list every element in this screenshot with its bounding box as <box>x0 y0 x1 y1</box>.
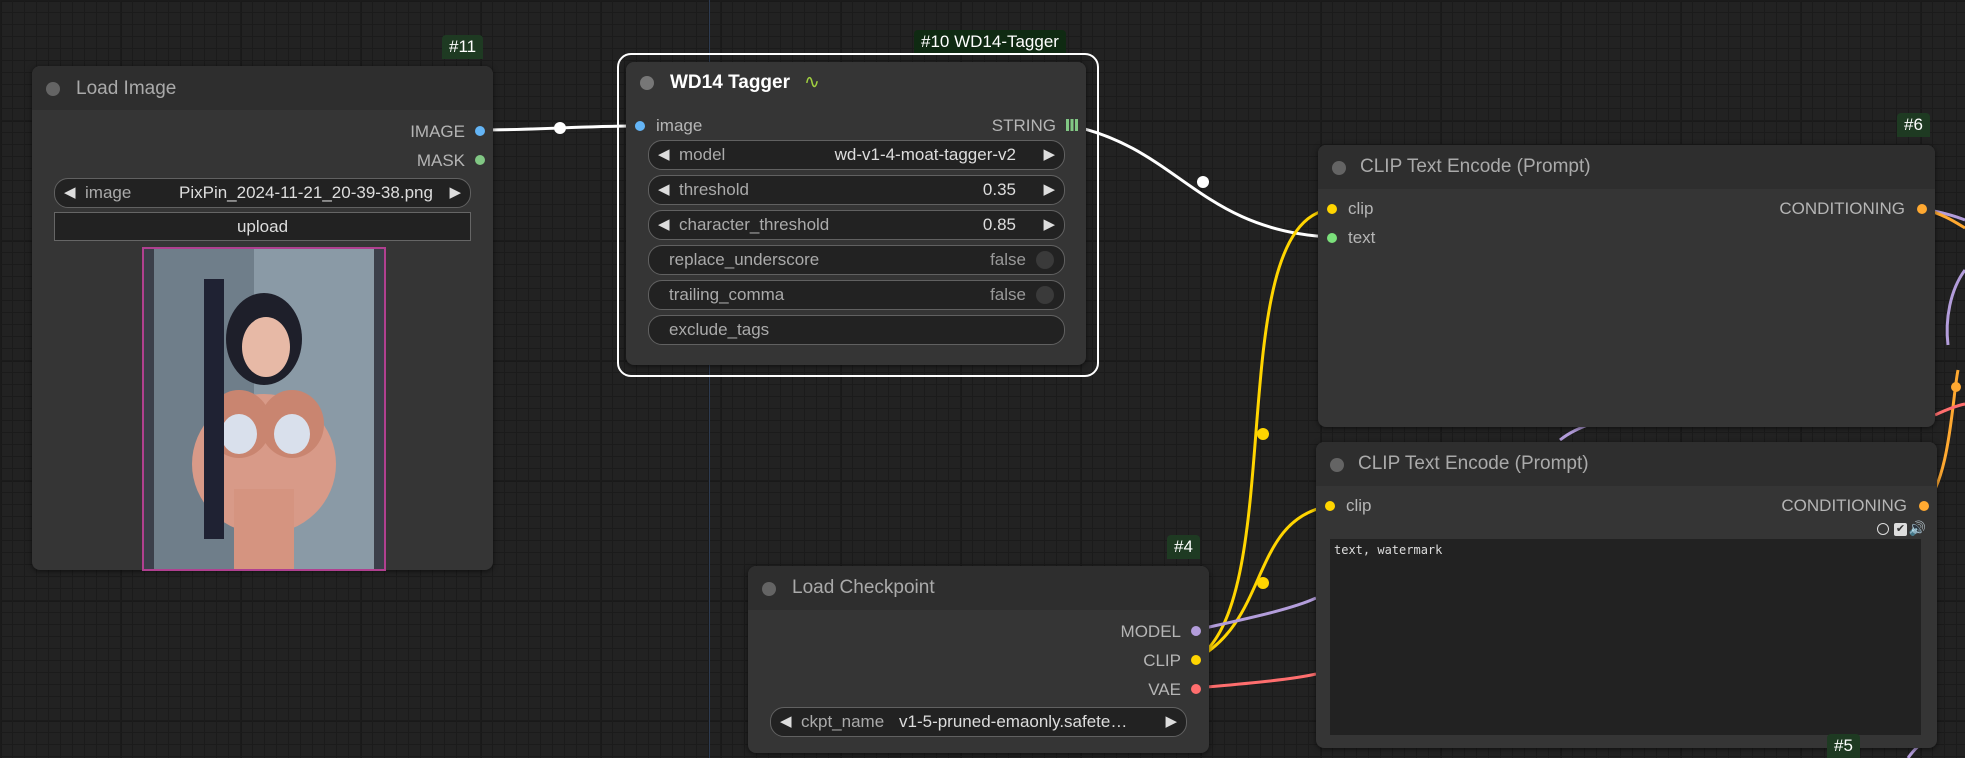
decrement-arrow-icon[interactable]: ◀ <box>658 180 670 198</box>
output-clip-label: CLIP <box>1143 651 1181 670</box>
widget-label: exclude_tags <box>669 320 770 339</box>
output-vae-slot[interactable] <box>1191 684 1201 694</box>
collapse-dot-icon[interactable] <box>46 82 60 96</box>
node-title: WD14 Tagger <box>670 72 791 93</box>
output-string-label: STRING <box>991 116 1056 135</box>
threshold-number-widget[interactable]: ◀ threshold 0.35 ▶ <box>648 175 1065 205</box>
node-id-badge: #6 <box>1897 113 1930 137</box>
decrement-arrow-icon[interactable]: ◀ <box>658 145 670 163</box>
wire-image-midpoint <box>554 122 566 134</box>
node-id-badge: #5 <box>1827 734 1860 758</box>
checkbox-icon[interactable]: ✔ <box>1894 523 1907 536</box>
collapse-dot-icon[interactable] <box>640 76 654 90</box>
input-clip-slot[interactable] <box>1325 501 1335 511</box>
load-image-node[interactable]: Load Image IMAGE MASK ◀ image PixPin_202… <box>32 66 493 571</box>
toggle-knob-icon[interactable] <box>1036 286 1054 304</box>
increment-arrow-icon[interactable]: ▶ <box>1165 712 1177 730</box>
wire-model <box>1195 596 1317 632</box>
output-mask-label: MASK <box>416 151 465 170</box>
widget-label: threshold <box>679 180 749 199</box>
widget-value: 0.35 <box>982 180 1016 199</box>
widget-label: ckpt_name <box>801 712 885 731</box>
increment-arrow-icon[interactable]: ▶ <box>1043 145 1055 163</box>
wire-cond-neg-midpoint <box>1951 382 1961 392</box>
collapse-dot-icon[interactable] <box>1332 161 1346 175</box>
input-image-slot[interactable] <box>635 121 645 131</box>
widget-value: PixPin_2024-11-21_20-39-38.png <box>179 183 433 202</box>
trailing-comma-toggle[interactable]: trailing_comma false <box>648 280 1065 310</box>
wire-vae <box>1195 672 1317 690</box>
output-image-label: IMAGE <box>410 122 465 141</box>
wd14-tagger-node[interactable]: WD14 Tagger ∿ image STRING ◀ model wd-v1… <box>626 62 1086 365</box>
wire-clip-pos-midpoint <box>1257 428 1269 440</box>
increment-arrow-icon[interactable]: ▶ <box>449 183 461 201</box>
decrement-arrow-icon[interactable]: ◀ <box>658 215 670 233</box>
input-clip-slot[interactable] <box>1327 204 1337 214</box>
decrement-arrow-icon[interactable]: ◀ <box>780 712 792 730</box>
increment-arrow-icon[interactable]: ▶ <box>1043 180 1055 198</box>
replace-underscore-toggle[interactable]: replace_underscore false <box>648 245 1065 275</box>
widget-label: model <box>679 145 726 164</box>
output-mask-slot[interactable] <box>475 155 485 165</box>
wire-purple-right <box>1945 269 1965 346</box>
node-title: CLIP Text Encode (Prompt) <box>1358 453 1589 474</box>
node-id-badge: #11 <box>442 35 484 59</box>
output-clip-slot[interactable] <box>1191 655 1201 665</box>
input-text-slot[interactable] <box>1327 233 1337 243</box>
output-image-slot[interactable] <box>475 126 485 136</box>
node-id-badge: #10 WD14-Tagger <box>914 30 1066 54</box>
ckpt-name-combo-widget[interactable]: ◀ ckpt_name v1-5-pruned-emaonly.safete… … <box>770 707 1187 737</box>
widget-value: 0.85 <box>982 215 1016 234</box>
clip-text-encode-negative-node[interactable]: CLIP Text Encode (Prompt) clip CONDITION… <box>1316 442 1937 748</box>
output-conditioning-slot[interactable] <box>1917 204 1927 214</box>
grid-icon[interactable] <box>1066 119 1078 131</box>
wire-clip-neg-midpoint <box>1257 577 1269 589</box>
exclude-tags-text-widget[interactable]: exclude_tags <box>648 315 1065 345</box>
toggle-knob-icon[interactable] <box>1036 251 1054 269</box>
output-model-slot[interactable] <box>1191 626 1201 636</box>
image-preview <box>142 247 386 571</box>
wire-pink <box>1934 402 1965 417</box>
input-clip-label: clip <box>1348 199 1374 218</box>
output-vae-label: VAE <box>1148 680 1181 699</box>
input-text-label: text <box>1348 228 1376 247</box>
widget-value: false <box>990 285 1026 304</box>
collapse-dot-icon[interactable] <box>1330 458 1344 472</box>
clip-text-encode-positive-node[interactable]: CLIP Text Encode (Prompt) clip text COND… <box>1318 145 1935 427</box>
circle-icon[interactable] <box>1877 523 1889 535</box>
output-conditioning-label: CONDITIONING <box>1781 496 1907 515</box>
collapse-dot-icon[interactable] <box>762 582 776 596</box>
speaker-icon[interactable]: 🔊 <box>1909 520 1926 537</box>
widget-label: trailing_comma <box>669 285 785 304</box>
widget-label: character_threshold <box>679 215 830 234</box>
snake-icon: ∿ <box>804 72 820 93</box>
output-conditioning-slot[interactable] <box>1919 501 1929 511</box>
widget-value: wd-v1-4-moat-tagger-v2 <box>834 145 1016 164</box>
increment-arrow-icon[interactable]: ▶ <box>1043 215 1055 233</box>
widget-label: image <box>85 183 132 202</box>
wire-string-midpoint <box>1197 176 1209 188</box>
image-combo-widget[interactable]: ◀ image PixPin_2024-11-21_20-39-38.png ▶ <box>54 178 471 208</box>
input-clip-label: clip <box>1346 496 1372 515</box>
widget-label: replace_underscore <box>669 250 820 269</box>
prompt-textarea[interactable]: text, watermark <box>1330 539 1921 735</box>
character-threshold-number-widget[interactable]: ◀ character_threshold 0.85 ▶ <box>648 210 1065 240</box>
image-preview-illustration <box>144 249 384 569</box>
input-image-label: image <box>656 116 703 135</box>
node-title: Load Image <box>76 78 177 99</box>
widget-value: v1-5-pruned-emaonly.safete… <box>899 712 1128 731</box>
output-conditioning-label: CONDITIONING <box>1779 199 1905 218</box>
widget-value: false <box>990 250 1026 269</box>
node-title: CLIP Text Encode (Prompt) <box>1360 156 1591 177</box>
model-combo-widget[interactable]: ◀ model wd-v1-4-moat-tagger-v2 ▶ <box>648 140 1065 170</box>
node-title: Load Checkpoint <box>792 577 935 598</box>
upload-button[interactable]: upload <box>54 212 471 241</box>
output-model-label: MODEL <box>1120 622 1181 641</box>
decrement-arrow-icon[interactable]: ◀ <box>64 183 76 201</box>
load-checkpoint-node[interactable]: Load Checkpoint MODEL CLIP VAE ◀ ckpt_na… <box>748 566 1209 753</box>
node-id-badge: #4 <box>1167 535 1200 559</box>
